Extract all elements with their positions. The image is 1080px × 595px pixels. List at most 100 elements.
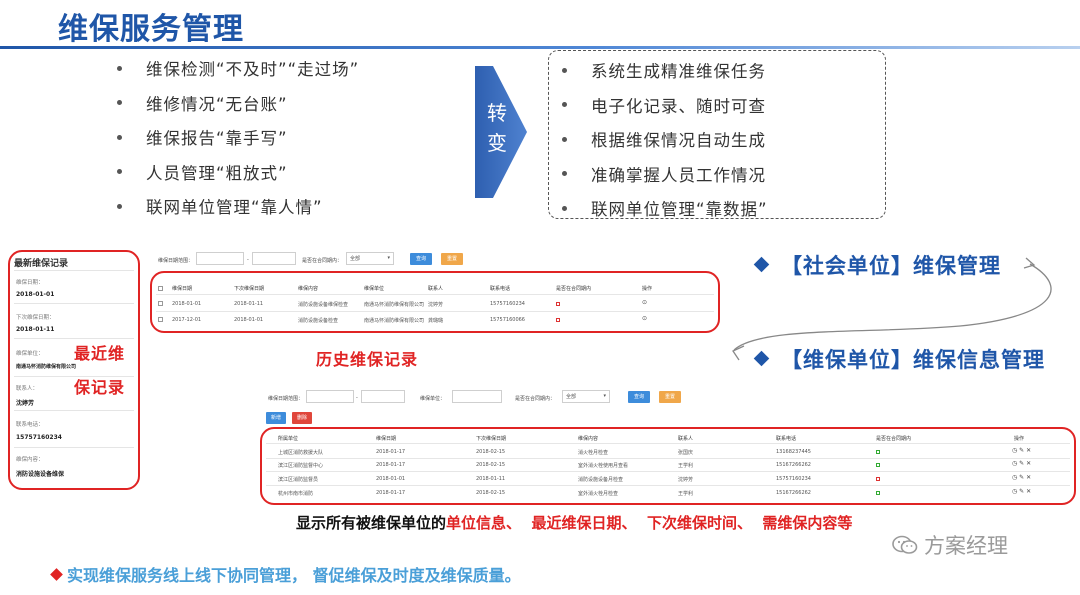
title-rule xyxy=(0,46,1080,49)
list-item: 维保检测“不及时”“走过场” xyxy=(117,51,359,86)
edit-icon[interactable]: ✎ xyxy=(1019,447,1024,454)
delete-icon[interactable]: ✕ xyxy=(1026,447,1031,454)
list-item: 电子化记录、随时可查 xyxy=(562,88,768,123)
latest-panel-title: 最新维保记录 xyxy=(14,259,69,269)
field-label: 联系人： xyxy=(16,386,39,392)
select-all-checkbox[interactable] xyxy=(158,286,163,291)
column-header: 是否在合同期内 xyxy=(556,286,592,292)
clock-icon[interactable]: ◷ xyxy=(1012,474,1017,481)
before-list: 维保检测“不及时”“走过场” 维修情况“无台账” 维保报告“靠手写” 人员管理“… xyxy=(117,51,359,224)
contract-status-icon xyxy=(876,450,880,454)
bullet-icon xyxy=(562,171,567,177)
column-header: 维保日期 xyxy=(376,436,397,442)
column-header: 是否在合同期内 xyxy=(876,436,912,442)
edit-icon[interactable]: ✎ xyxy=(1019,474,1024,481)
clock-icon[interactable]: ◷ xyxy=(1012,460,1017,467)
contract-status-icon xyxy=(876,491,880,495)
delete-icon[interactable]: ✕ xyxy=(1026,474,1031,481)
view-icon[interactable]: ⊙ xyxy=(642,299,647,306)
column-header: 操作 xyxy=(642,286,653,292)
arrow-label: 转变 xyxy=(487,101,507,155)
reset-button[interactable]: 重置 xyxy=(659,391,681,403)
list-item: 准确掌握人员工作情况 xyxy=(562,157,768,192)
query-button[interactable]: 查询 xyxy=(410,253,432,265)
column-header: 操作 xyxy=(1014,436,1025,442)
divider xyxy=(266,443,1070,444)
view-icon[interactable]: ⊙ xyxy=(642,315,647,322)
bullet-icon xyxy=(562,205,567,211)
delete-button[interactable]: 删除 xyxy=(292,412,312,424)
watermark: 方案经理 xyxy=(892,530,1008,560)
table-cell: 南通马怀消防维保有限公司 xyxy=(364,302,425,308)
table-cell: 2018-02-15 xyxy=(476,449,506,455)
field-label: 联系电话： xyxy=(16,422,44,428)
table-cell: 沈婷芳 xyxy=(428,302,444,308)
column-header: 下次维保日期 xyxy=(476,436,507,442)
curved-arrow-icon xyxy=(732,257,1052,361)
delete-icon[interactable]: ✕ xyxy=(1026,460,1031,467)
list-item: 联网单位管理“靠人情” xyxy=(117,189,359,224)
end-date-input[interactable] xyxy=(252,252,296,265)
divider xyxy=(14,270,134,271)
table-cell: 室外消火栓使用月查看 xyxy=(578,463,629,469)
end-date-input[interactable] xyxy=(361,390,405,403)
table-cell: 消火栓月检查 xyxy=(578,450,609,456)
reset-button[interactable]: 重置 xyxy=(441,253,463,265)
table-cell: 2018-01-11 xyxy=(476,476,506,482)
query-button[interactable]: 查询 xyxy=(628,391,650,403)
table-cell: 15167266262 xyxy=(776,490,811,496)
divider xyxy=(156,294,714,295)
edit-icon[interactable]: ✎ xyxy=(1019,488,1024,495)
table-cell: 2018-01-11 xyxy=(234,301,264,307)
table-cell: 2018-02-15 xyxy=(476,490,506,496)
bullet-icon xyxy=(562,102,567,108)
list-item: 人员管理“粗放式” xyxy=(117,155,359,190)
table-cell: 2018-01-01 xyxy=(172,301,202,307)
table-cell: 15757160234 xyxy=(490,301,525,307)
table-cell: 2017-12-01 xyxy=(172,317,202,323)
bullet-icon xyxy=(117,203,122,209)
bullet-icon xyxy=(117,134,122,140)
list-item: 维修情况“无台账” xyxy=(117,86,359,121)
clock-icon[interactable]: ◷ xyxy=(1012,488,1017,495)
row-checkbox[interactable] xyxy=(158,301,163,306)
table-cell: 沈婷芳 xyxy=(678,477,694,483)
start-date-input[interactable] xyxy=(306,390,354,403)
wechat-icon xyxy=(892,535,918,554)
row-checkbox[interactable] xyxy=(158,317,163,322)
contract-status-icon xyxy=(876,463,880,467)
field-label: 维保日期： xyxy=(16,280,44,286)
range-dash: - xyxy=(356,395,358,401)
table-cell: 2018-01-01 xyxy=(234,317,264,323)
column-header: 联系人 xyxy=(678,436,694,442)
table-cell: 杭州市南市消防 xyxy=(278,491,314,497)
column-header: 维保内容 xyxy=(578,436,599,442)
row-actions: ◷ ✎ ✕ xyxy=(1012,447,1031,454)
edit-icon[interactable]: ✎ xyxy=(1019,460,1024,467)
field-value: 沈婷芳 xyxy=(16,400,35,407)
delete-icon[interactable]: ✕ xyxy=(1026,488,1031,495)
column-header: 维保日期 xyxy=(172,286,193,292)
field-label: 下次维保日期： xyxy=(16,315,55,321)
add-button[interactable]: 新增 xyxy=(266,412,286,424)
unit-input[interactable] xyxy=(452,390,502,403)
clock-icon[interactable]: ◷ xyxy=(1012,447,1017,454)
list-item: 根据维保情况自动生成 xyxy=(562,122,768,157)
table-cell: 15757160066 xyxy=(490,317,525,323)
bullet-icon xyxy=(117,65,122,71)
unit-label: 维保单位： xyxy=(420,396,446,402)
date-range-label: 维保日期范围： xyxy=(268,396,304,402)
contract-status-icon xyxy=(876,477,880,481)
table-cell: 13168237445 xyxy=(776,449,811,455)
table-cell: 张国庆 xyxy=(678,450,694,456)
start-date-input[interactable] xyxy=(196,252,244,265)
contract-select[interactable]: 全部 ▾ xyxy=(562,390,610,403)
row-actions: ◷ ✎ ✕ xyxy=(1012,460,1031,467)
divider xyxy=(266,471,1070,472)
list-item: 系统生成精准维保任务 xyxy=(562,53,768,88)
table-cell: 龚璐璐 xyxy=(428,318,444,324)
field-value: 2018-01-01 xyxy=(16,291,55,298)
contract-select[interactable]: 全部 ▾ xyxy=(346,252,394,265)
table-cell: 消防设施设备检查 xyxy=(298,318,339,324)
latest-callout: 最近维保记录 xyxy=(74,344,126,397)
